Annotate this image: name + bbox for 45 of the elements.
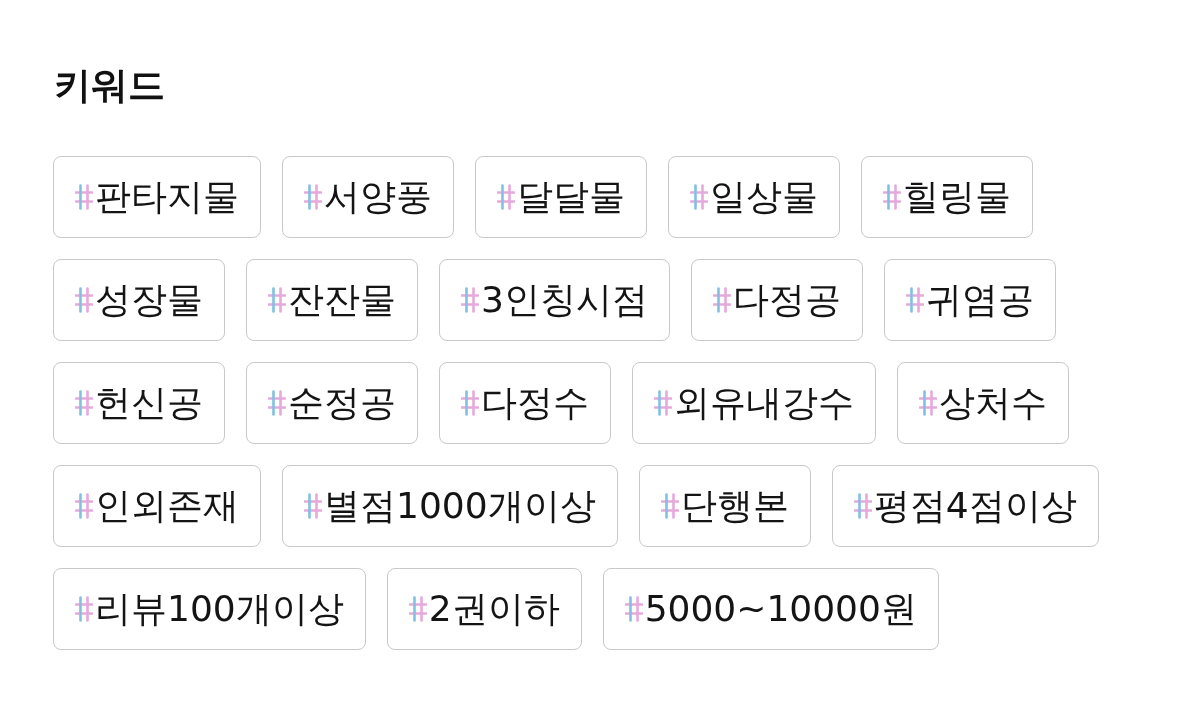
keyword-tag[interactable]: 인외존재 xyxy=(53,465,261,547)
keyword-tag[interactable]: 성장물 xyxy=(53,259,225,341)
hash-icon xyxy=(461,390,479,416)
keyword-tag[interactable]: 헌신공 xyxy=(53,362,225,444)
keyword-tag[interactable]: 판타지물 xyxy=(53,156,261,238)
keyword-tag[interactable]: 다정공 xyxy=(690,259,863,341)
hash-icon xyxy=(497,184,515,210)
hash-icon xyxy=(75,493,93,519)
hash-icon xyxy=(654,390,672,416)
keyword-tag[interactable]: 다정수 xyxy=(439,362,611,444)
hash-icon xyxy=(75,184,93,210)
hash-icon xyxy=(905,287,924,313)
keyword-tag[interactable]: 단행본 xyxy=(638,465,811,547)
keyword-tag[interactable]: 리뷰100개이상 xyxy=(53,568,366,650)
hash-icon xyxy=(883,184,901,210)
keyword-tag[interactable]: 힐링물 xyxy=(861,156,1033,238)
hash-icon xyxy=(75,390,93,416)
hash-icon xyxy=(853,493,872,519)
keyword-tag[interactable]: 잔잔물 xyxy=(246,259,418,341)
hash-icon xyxy=(75,596,93,622)
keyword-tag[interactable]: 귀염공 xyxy=(883,259,1056,341)
hash-icon xyxy=(690,184,708,210)
keyword-tag[interactable]: 평점4점이상 xyxy=(831,465,1099,547)
keyword-tag[interactable]: 상처수 xyxy=(897,362,1069,444)
keyword-tag[interactable]: 별점1000개이상 xyxy=(282,465,618,547)
keyword-tag[interactable]: 달달물 xyxy=(475,156,647,238)
hash-icon xyxy=(660,493,679,519)
hash-icon xyxy=(268,287,286,313)
keyword-tag[interactable]: 순정공 xyxy=(246,362,418,444)
keyword-tag[interactable]: 서양풍 xyxy=(282,156,454,238)
hash-icon xyxy=(75,287,93,313)
keyword-tag[interactable]: 5000~10000원 xyxy=(602,568,939,650)
hash-icon xyxy=(304,184,322,210)
hash-icon xyxy=(919,390,937,416)
section-title: 키워드 xyxy=(54,63,166,109)
hash-icon xyxy=(268,390,286,416)
keyword-tag[interactable]: 3인칭시점 xyxy=(439,259,670,341)
keyword-tag[interactable]: 외유내강수 xyxy=(632,362,876,444)
hash-icon xyxy=(624,596,643,622)
hash-icon xyxy=(304,493,322,519)
keyword-tag[interactable]: 2권이하 xyxy=(386,568,582,650)
hash-icon xyxy=(408,596,427,622)
keyword-tag[interactable]: 일상물 xyxy=(668,156,840,238)
hash-icon xyxy=(712,287,731,313)
hash-icon xyxy=(461,287,479,313)
